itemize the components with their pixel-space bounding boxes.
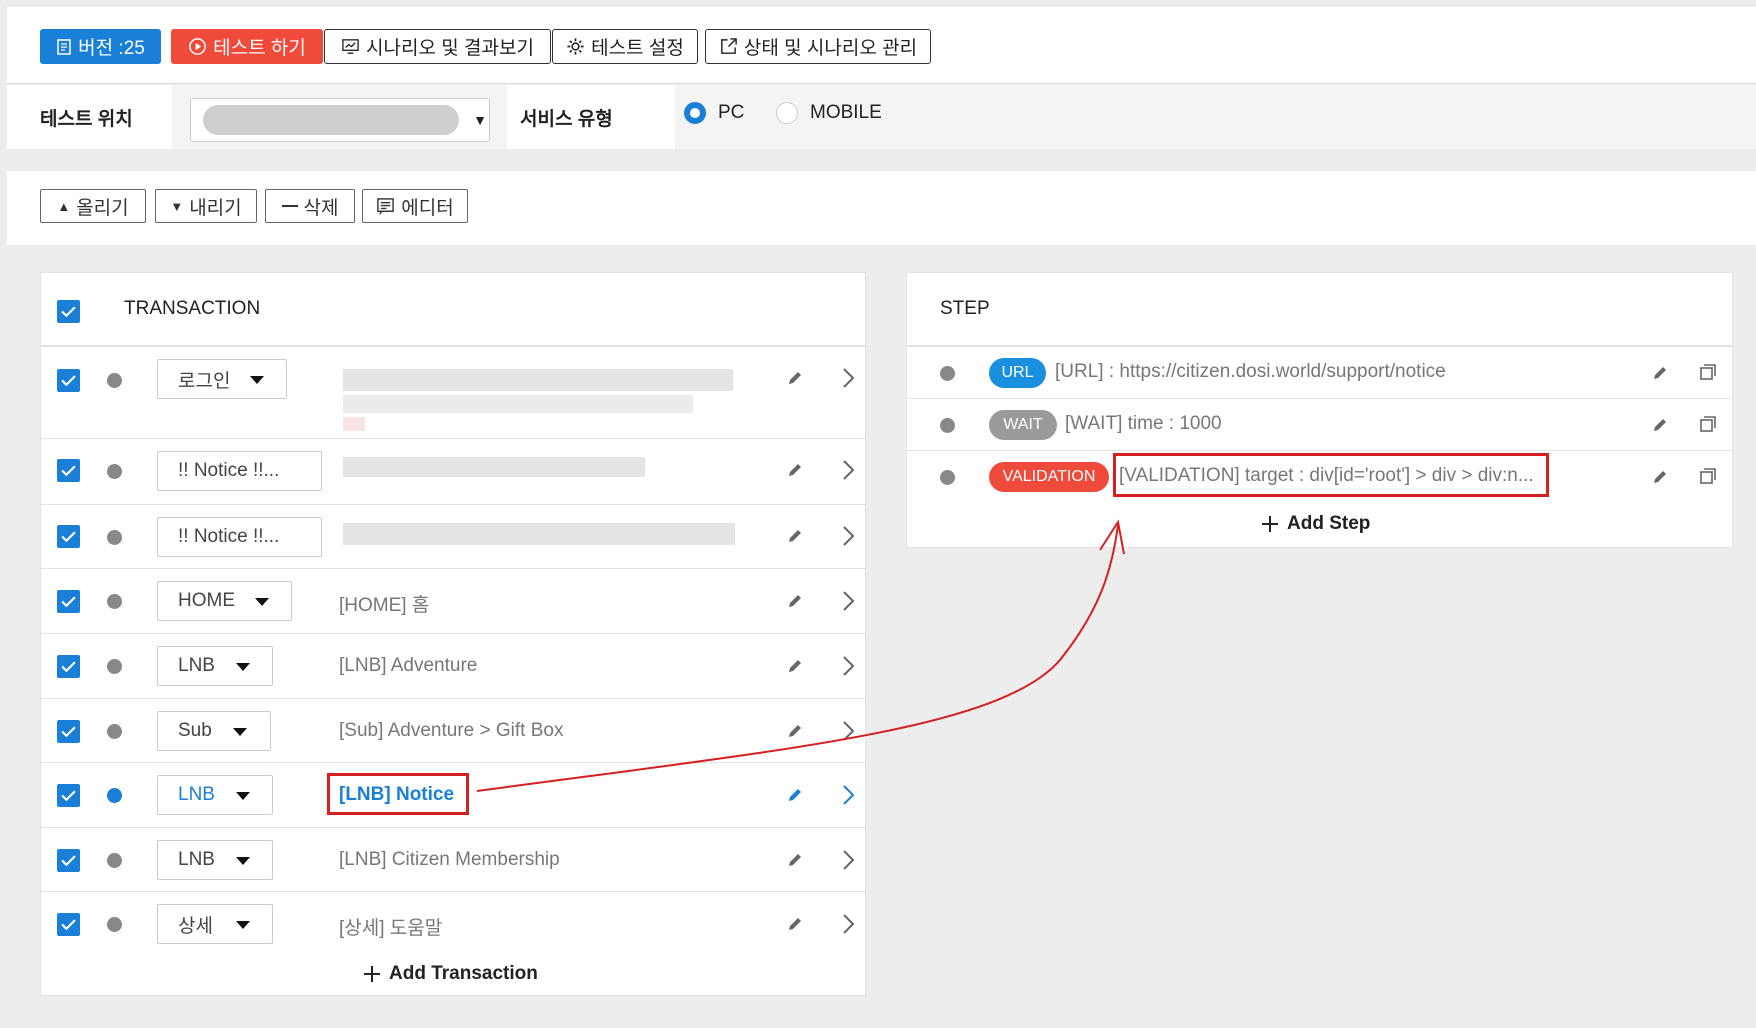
annotation-arrow [476,519,1125,792]
